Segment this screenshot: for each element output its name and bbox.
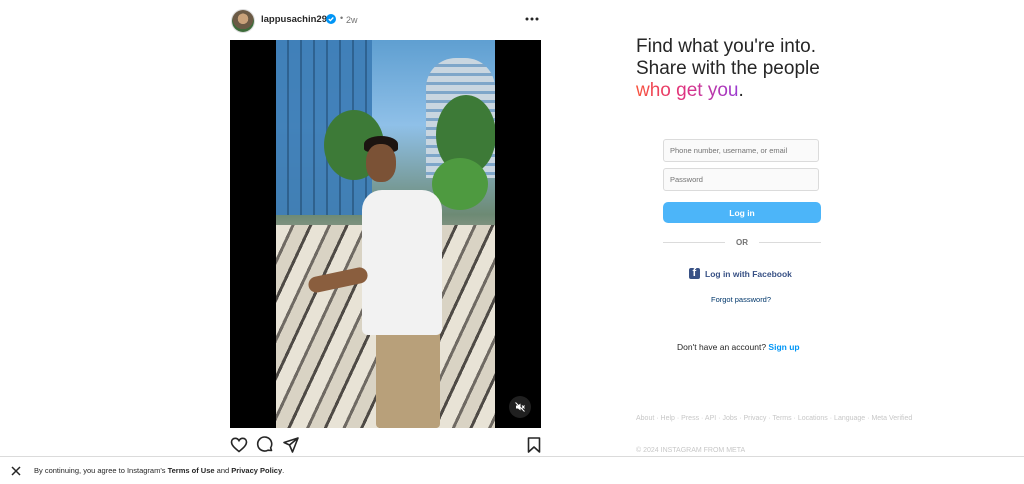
terms-prefix: By continuing, you agree to Instagram's <box>34 466 168 475</box>
footer-link-meta-verified[interactable]: Meta Verified <box>871 415 912 422</box>
divider-left <box>663 242 725 243</box>
footer-link-privacy[interactable]: Privacy <box>743 415 766 422</box>
forgot-password-link[interactable]: Forgot password? <box>711 295 771 304</box>
separator-dot: • <box>340 13 344 23</box>
post-photo <box>276 40 495 428</box>
facebook-login-label: Log in with Facebook <box>705 269 792 279</box>
mute-button[interactable] <box>509 396 531 418</box>
tagline-line-3: who get you. <box>636 80 820 102</box>
post-age: 2w <box>346 15 358 25</box>
more-options-icon[interactable] <box>524 12 540 26</box>
post-username[interactable]: lappusachin295 <box>261 14 332 25</box>
footer-links: About · Help · Press · API · Jobs · Priv… <box>636 412 912 425</box>
tagline: Find what you're into. Share with the pe… <box>636 36 820 102</box>
signup-prompt: Don't have an account? Sign up <box>677 342 800 352</box>
person-shirt <box>362 190 442 335</box>
facebook-icon: f <box>689 267 700 279</box>
privacy-policy-link[interactable]: Privacy Policy <box>231 466 282 475</box>
terms-text: By continuing, you agree to Instagram's … <box>34 466 284 475</box>
password-field[interactable] <box>663 168 819 191</box>
comment-icon[interactable] <box>256 436 274 454</box>
person-legs <box>376 330 440 428</box>
post-header: lappusachin295 • 2w <box>232 10 542 32</box>
footer-link-jobs[interactable]: Jobs <box>722 415 737 422</box>
no-account-text: Don't have an account? <box>677 342 767 352</box>
footer-link-terms[interactable]: Terms <box>773 415 792 422</box>
post-actions <box>230 436 541 454</box>
divider-right <box>759 242 821 243</box>
terms-banner: By continuing, you agree to Instagram's … <box>0 456 1024 484</box>
verified-badge-icon <box>326 14 336 24</box>
tagline-period: . <box>738 80 744 101</box>
or-divider-label: OR <box>736 238 748 247</box>
tagline-line-2: Share with the people <box>636 58 820 79</box>
footer-link-help[interactable]: Help <box>661 415 675 422</box>
avatar[interactable] <box>232 10 254 32</box>
login-button[interactable]: Log in <box>663 202 821 223</box>
heart-icon[interactable] <box>230 436 248 454</box>
terms-middle: and <box>214 466 232 475</box>
bookmark-icon[interactable] <box>525 436 543 454</box>
person-head <box>366 144 396 182</box>
terms-suffix: . <box>282 466 285 475</box>
footer-link-language[interactable]: Language <box>834 415 865 422</box>
footer-link-locations[interactable]: Locations <box>798 415 828 422</box>
close-icon[interactable] <box>10 465 22 477</box>
tagline-highlight: who get you <box>636 80 739 101</box>
password-input[interactable] <box>664 169 818 190</box>
mute-icon <box>515 402 525 412</box>
footer-link-api[interactable]: API <box>705 415 716 422</box>
footer-link-about[interactable]: About <box>636 415 654 422</box>
share-icon[interactable] <box>282 436 300 454</box>
signup-link[interactable]: Sign up <box>768 342 799 352</box>
post-media[interactable] <box>230 40 541 428</box>
footer-link-press[interactable]: Press <box>681 415 699 422</box>
tagline-line-1: Find what you're into. <box>636 36 816 57</box>
username-input[interactable] <box>664 140 818 161</box>
username-field[interactable] <box>663 139 819 162</box>
terms-of-use-link[interactable]: Terms of Use <box>168 466 215 475</box>
copyright: © 2024 INSTAGRAM FROM META <box>636 447 746 454</box>
